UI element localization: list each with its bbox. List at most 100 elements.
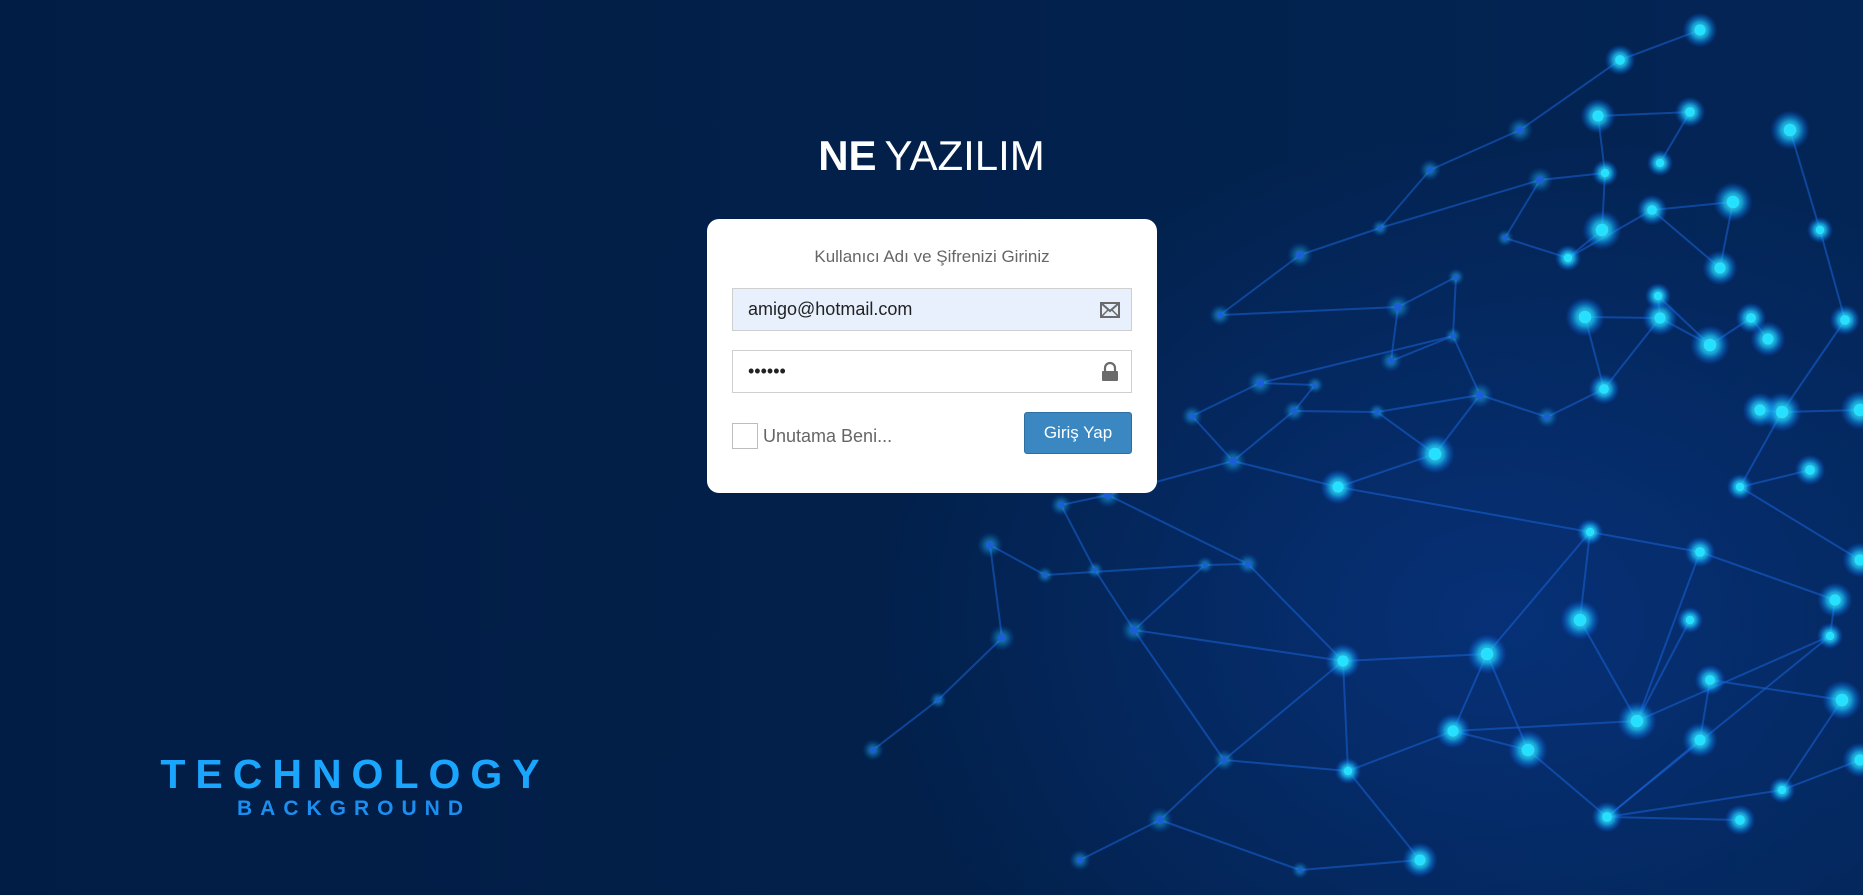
network-edge [1079,819,1161,861]
network-node [1653,291,1663,301]
network-edge [1606,816,1741,821]
login-button[interactable]: Giriş Yap [1024,412,1132,454]
network-node [1694,734,1706,746]
network-node [1255,378,1265,388]
brand-title-light: YAZILIM [884,132,1045,179]
lock-icon [1102,361,1118,381]
network-node [1705,675,1715,685]
network-node [1244,560,1252,568]
network-edge [1589,531,1701,553]
network-edge [1452,720,1638,732]
network-edge [1133,564,1206,631]
network-edge [1044,564,1206,576]
network-node [1057,501,1065,509]
remember-me-checkbox[interactable] [732,423,758,449]
network-node [869,746,877,754]
network-node [1092,567,1098,573]
logo-line-technology: TECHNOLOGY [160,751,550,797]
network-node [1602,812,1612,822]
network-edge [1107,494,1249,565]
network-node [1754,404,1766,416]
network-node [1695,547,1705,557]
network-node [1840,315,1850,325]
email-field[interactable] [733,289,1088,330]
network-node [1042,572,1048,578]
network-edge [872,699,939,751]
remember-me-label[interactable]: Unutama Beni... [763,426,892,447]
network-node [1703,338,1717,352]
network-edge [1219,254,1301,316]
network-node [1595,223,1609,237]
network-node [1694,24,1706,36]
network-node [1746,313,1756,323]
network-node [1735,482,1745,492]
network-edge [1259,335,1454,384]
network-node [1502,235,1508,241]
network-node [1599,384,1609,394]
network-node [1228,456,1238,466]
network-node [1202,562,1208,568]
network-node [1685,107,1695,117]
network-edge [1159,819,1301,871]
login-actions-row: Unutama Beni... Giriş Yap [732,412,1132,456]
network-node [1428,447,1442,461]
envelope-icon [1100,302,1120,318]
network-node [1332,481,1344,493]
network-node [1762,333,1774,345]
network-node [997,633,1007,643]
network-node [1543,413,1551,421]
network-node [1815,225,1825,235]
network-node [1480,647,1494,661]
login-card: Kullanıcı Adı ve Şifrenizi Giriniz Unuta… [707,219,1157,493]
network-edge [1060,504,1096,571]
network-edge [1636,551,1701,722]
network-edge [1293,410,1378,413]
network-edge [1247,563,1344,662]
network-node [1835,693,1849,707]
network-node [1387,357,1395,365]
network-edge [989,544,1003,639]
password-field[interactable] [733,351,1088,392]
network-edge [1133,629,1225,761]
logo-line-background: BACKGROUND [237,797,471,820]
network-node [1654,312,1666,324]
network-edge [1699,551,1836,601]
network-edge [1636,635,1831,722]
network-node [1775,405,1789,419]
network-edge [1223,660,1344,761]
network-node [1337,655,1349,667]
login-card-title: Kullanıcı Adı ve Şifrenizi Giriniz [814,247,1050,266]
network-node [1777,785,1787,795]
network-node [1585,527,1595,537]
network-edge [1452,276,1457,337]
network-edge [1709,679,1843,701]
network-node [1615,55,1625,65]
network-node [1578,310,1592,324]
network-node [1630,714,1644,728]
network-node [1453,274,1459,280]
network-edge [1219,306,1399,316]
network-edge [1223,759,1349,772]
network-node [1714,262,1726,274]
network-node [1076,856,1084,864]
network-node [1312,382,1318,388]
brand-title-bold: NE [818,132,877,179]
network-node [1475,390,1485,400]
network-node [1685,615,1695,625]
network-node [1129,625,1139,635]
network-node [1343,766,1353,776]
network-node [1216,311,1224,319]
network-node [1414,854,1426,866]
network-node [1188,412,1196,420]
network-node [1220,756,1228,764]
network-node [1726,195,1740,209]
network-node [1290,407,1298,415]
network-edge [1337,486,1591,533]
network-edge [1133,629,1344,662]
network-node [1735,815,1745,825]
password-field-wrapper [732,350,1132,393]
network-edge [937,637,1003,701]
network-node [1647,205,1657,215]
network-node [1825,631,1835,641]
network-node [1805,465,1815,475]
